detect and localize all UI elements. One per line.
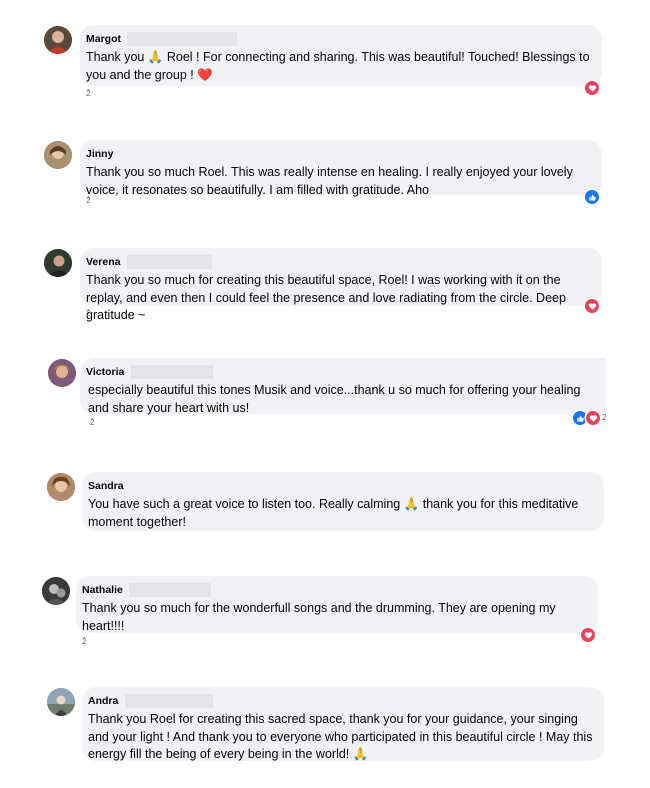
comment-bubble: Andra Thank you Roel for creating this s… xyxy=(82,687,604,761)
avatar[interactable] xyxy=(44,26,72,54)
comment-bubble: Jinny Thank you so much Roel. This was r… xyxy=(80,140,602,197)
comment-meta: ُ2 xyxy=(90,418,95,427)
avatar[interactable] xyxy=(47,473,75,501)
like-reaction-icon[interactable] xyxy=(585,190,599,204)
comment-bubble: Sandra You have such a great voice to li… xyxy=(82,472,604,531)
comment-meta: ُ2 xyxy=(86,196,91,205)
comment-bubble: Nathalie Thank you so much for the wonde… xyxy=(76,576,598,633)
comment-text: You have such a great voice to listen to… xyxy=(88,497,579,529)
comment-bubble: Verena Thank you so much for creating th… xyxy=(80,248,602,322)
love-reaction-icon[interactable] xyxy=(581,628,595,642)
redacted-name xyxy=(129,583,212,597)
comment-meta: ُ2 xyxy=(86,309,91,318)
reaction-count: 2 xyxy=(602,413,607,422)
redacted-name xyxy=(124,694,213,708)
redacted-name xyxy=(126,255,212,269)
comment-bubble: Victoria especially beautiful this tones… xyxy=(80,358,606,415)
love-reaction-icon[interactable] xyxy=(585,299,599,313)
comment-meta: ُ2 xyxy=(86,89,91,98)
comment-bubble: Margot Thank you 🙏 Roel ! For connecting… xyxy=(80,25,602,86)
comment-text: Thank you Roel for creating this sacred … xyxy=(88,712,593,761)
avatar[interactable] xyxy=(44,141,72,169)
avatar[interactable] xyxy=(47,688,75,716)
comment-meta: ُ2 xyxy=(82,637,87,646)
love-reaction-icon[interactable] xyxy=(585,81,599,95)
comment-author[interactable]: Sandra xyxy=(88,479,124,493)
comment-text: Thank you so much for the wonderfull son… xyxy=(82,601,556,633)
like-reaction-icon[interactable] xyxy=(573,411,587,425)
love-reaction-icon[interactable] xyxy=(586,411,600,425)
comment-author[interactable]: Victoria xyxy=(86,365,124,379)
redacted-name xyxy=(127,32,238,46)
comment-author[interactable]: Nathalie xyxy=(82,583,123,597)
comment-text: Thank you so much for creating this beau… xyxy=(86,273,566,322)
comment-text: especially beautiful this tones Musik an… xyxy=(88,383,581,415)
avatar[interactable] xyxy=(44,249,72,277)
comment-author[interactable]: Andra xyxy=(88,694,118,708)
comment-text: Thank you so much Roel. This was really … xyxy=(86,165,573,197)
avatar[interactable] xyxy=(42,577,70,605)
comment-author[interactable]: Verena xyxy=(86,255,120,269)
redacted-name xyxy=(130,365,213,379)
avatar[interactable] xyxy=(48,359,76,387)
comment-author[interactable]: Margot xyxy=(86,32,121,46)
comment-author[interactable]: Jinny xyxy=(86,147,113,161)
comment-text: Thank you 🙏 Roel ! For connecting and sh… xyxy=(86,50,590,82)
